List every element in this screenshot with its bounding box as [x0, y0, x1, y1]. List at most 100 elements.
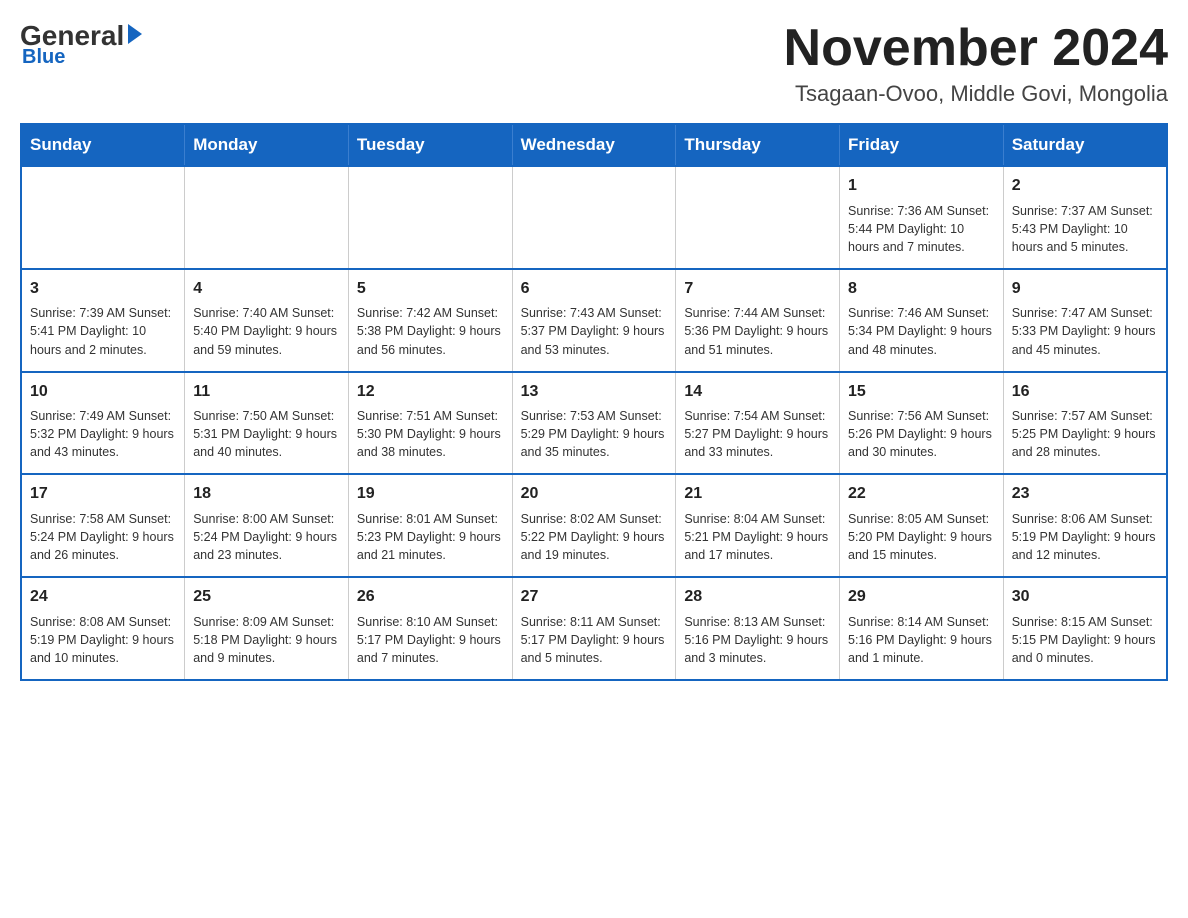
day-number: 13: [521, 381, 668, 403]
day-number: 24: [30, 586, 176, 608]
calendar-cell: 23 Sunrise: 8:06 AM Sunset: 5:19 PM Dayli…: [1003, 474, 1167, 577]
calendar-cell: 6Sunrise: 7:43 AM Sunset: 5:37 PM Daylig…: [512, 269, 676, 372]
day-info: Sunrise: 7:44 AM Sunset: 5:36 PM Dayligh…: [684, 304, 831, 358]
day-number: 16: [1012, 381, 1158, 403]
calendar-cell: 20 Sunrise: 8:02 AM Sunset: 5:22 PM Dayli…: [512, 474, 676, 577]
calendar-cell: 22Sunrise: 8:05 AM Sunset: 5:20 PM Dayli…: [840, 474, 1004, 577]
day-info: Sunrise: 8:08 AM Sunset: 5:19 PM Dayligh…: [30, 613, 176, 667]
day-number: 20: [521, 483, 668, 505]
weekday-header-tuesday: Tuesday: [348, 124, 512, 166]
day-info: Sunrise: 7:49 AM Sunset: 5:32 PM Dayligh…: [30, 407, 176, 461]
calendar-cell: [348, 166, 512, 269]
calendar-cell: 12 Sunrise: 7:51 AM Sunset: 5:30 PM Dayli…: [348, 372, 512, 475]
calendar-cell: 11 Sunrise: 7:50 AM Sunset: 5:31 PM Dayli…: [185, 372, 349, 475]
day-info: Sunrise: 7:54 AM Sunset: 5:27 PM Dayligh…: [684, 407, 831, 461]
day-number: 5: [357, 278, 504, 300]
calendar-week-row: 10 Sunrise: 7:49 AM Sunset: 5:32 PM Dayli…: [21, 372, 1167, 475]
weekday-header-wednesday: Wednesday: [512, 124, 676, 166]
day-number: 10: [30, 381, 176, 403]
day-number: 30: [1012, 586, 1158, 608]
logo-triangle-icon: [128, 24, 142, 44]
day-number: 12: [357, 381, 504, 403]
calendar-cell: [185, 166, 349, 269]
calendar-cell: 9Sunrise: 7:47 AM Sunset: 5:33 PM Daylig…: [1003, 269, 1167, 372]
day-info: Sunrise: 7:40 AM Sunset: 5:40 PM Dayligh…: [193, 304, 340, 358]
calendar-cell: [676, 166, 840, 269]
day-number: 14: [684, 381, 831, 403]
day-info: Sunrise: 7:58 AM Sunset: 5:24 PM Dayligh…: [30, 510, 176, 564]
day-info: Sunrise: 8:09 AM Sunset: 5:18 PM Dayligh…: [193, 613, 340, 667]
calendar-cell: 1 Sunrise: 7:36 AM Sunset: 5:44 PM Daylig…: [840, 166, 1004, 269]
location-title: Tsagaan-Ovoo, Middle Govi, Mongolia: [784, 81, 1168, 107]
header: General Blue November 2024 Tsagaan-Ovoo,…: [20, 20, 1168, 107]
day-info: Sunrise: 8:06 AM Sunset: 5:19 PM Dayligh…: [1012, 510, 1158, 564]
day-number: 17: [30, 483, 176, 505]
day-info: Sunrise: 8:02 AM Sunset: 5:22 PM Dayligh…: [521, 510, 668, 564]
calendar-cell: 8 Sunrise: 7:46 AM Sunset: 5:34 PM Daylig…: [840, 269, 1004, 372]
weekday-header-friday: Friday: [840, 124, 1004, 166]
calendar-week-row: 24 Sunrise: 8:08 AM Sunset: 5:19 PM Dayli…: [21, 577, 1167, 680]
calendar-cell: 25 Sunrise: 8:09 AM Sunset: 5:18 PM Dayli…: [185, 577, 349, 680]
calendar-week-row: 1 Sunrise: 7:36 AM Sunset: 5:44 PM Daylig…: [21, 166, 1167, 269]
day-number: 2: [1012, 175, 1158, 197]
day-info: Sunrise: 7:42 AM Sunset: 5:38 PM Dayligh…: [357, 304, 504, 358]
calendar-cell: [21, 166, 185, 269]
day-info: Sunrise: 8:00 AM Sunset: 5:24 PM Dayligh…: [193, 510, 340, 564]
day-number: 23: [1012, 483, 1158, 505]
calendar-cell: 7 Sunrise: 7:44 AM Sunset: 5:36 PM Daylig…: [676, 269, 840, 372]
day-number: 1: [848, 175, 995, 197]
weekday-header-saturday: Saturday: [1003, 124, 1167, 166]
day-number: 19: [357, 483, 504, 505]
calendar-week-row: 3Sunrise: 7:39 AM Sunset: 5:41 PM Daylig…: [21, 269, 1167, 372]
day-info: Sunrise: 7:37 AM Sunset: 5:43 PM Dayligh…: [1012, 202, 1158, 256]
day-number: 28: [684, 586, 831, 608]
calendar-cell: 10 Sunrise: 7:49 AM Sunset: 5:32 PM Dayli…: [21, 372, 185, 475]
logo-blue-text: Blue: [22, 46, 65, 69]
day-number: 25: [193, 586, 340, 608]
calendar-cell: 27Sunrise: 8:11 AM Sunset: 5:17 PM Dayli…: [512, 577, 676, 680]
day-info: Sunrise: 7:51 AM Sunset: 5:30 PM Dayligh…: [357, 407, 504, 461]
weekday-header-sunday: Sunday: [21, 124, 185, 166]
calendar-cell: 14 Sunrise: 7:54 AM Sunset: 5:27 PM Dayli…: [676, 372, 840, 475]
day-number: 29: [848, 586, 995, 608]
calendar-cell: 4 Sunrise: 7:40 AM Sunset: 5:40 PM Daylig…: [185, 269, 349, 372]
calendar-cell: 21 Sunrise: 8:04 AM Sunset: 5:21 PM Dayli…: [676, 474, 840, 577]
day-info: Sunrise: 8:11 AM Sunset: 5:17 PM Dayligh…: [521, 613, 668, 667]
day-number: 18: [193, 483, 340, 505]
day-number: 22: [848, 483, 995, 505]
day-info: Sunrise: 7:57 AM Sunset: 5:25 PM Dayligh…: [1012, 407, 1158, 461]
day-info: Sunrise: 7:46 AM Sunset: 5:34 PM Dayligh…: [848, 304, 995, 358]
day-number: 21: [684, 483, 831, 505]
calendar-cell: 18 Sunrise: 8:00 AM Sunset: 5:24 PM Dayli…: [185, 474, 349, 577]
day-number: 4: [193, 278, 340, 300]
calendar-cell: [512, 166, 676, 269]
day-info: Sunrise: 8:15 AM Sunset: 5:15 PM Dayligh…: [1012, 613, 1158, 667]
calendar-cell: 16 Sunrise: 7:57 AM Sunset: 5:25 PM Dayli…: [1003, 372, 1167, 475]
day-number: 8: [848, 278, 995, 300]
calendar-cell: 17 Sunrise: 7:58 AM Sunset: 5:24 PM Dayli…: [21, 474, 185, 577]
calendar-cell: 29Sunrise: 8:14 AM Sunset: 5:16 PM Dayli…: [840, 577, 1004, 680]
day-info: Sunrise: 8:01 AM Sunset: 5:23 PM Dayligh…: [357, 510, 504, 564]
calendar-cell: 30 Sunrise: 8:15 AM Sunset: 5:15 PM Dayli…: [1003, 577, 1167, 680]
calendar-cell: 28Sunrise: 8:13 AM Sunset: 5:16 PM Dayli…: [676, 577, 840, 680]
day-number: 6: [521, 278, 668, 300]
day-info: Sunrise: 7:50 AM Sunset: 5:31 PM Dayligh…: [193, 407, 340, 461]
calendar-cell: 15Sunrise: 7:56 AM Sunset: 5:26 PM Dayli…: [840, 372, 1004, 475]
weekday-header-thursday: Thursday: [676, 124, 840, 166]
calendar-cell: 3Sunrise: 7:39 AM Sunset: 5:41 PM Daylig…: [21, 269, 185, 372]
calendar-cell: 24 Sunrise: 8:08 AM Sunset: 5:19 PM Dayli…: [21, 577, 185, 680]
calendar-cell: 26 Sunrise: 8:10 AM Sunset: 5:17 PM Dayli…: [348, 577, 512, 680]
day-info: Sunrise: 7:36 AM Sunset: 5:44 PM Dayligh…: [848, 202, 995, 256]
calendar-cell: 2 Sunrise: 7:37 AM Sunset: 5:43 PM Daylig…: [1003, 166, 1167, 269]
day-info: Sunrise: 7:56 AM Sunset: 5:26 PM Dayligh…: [848, 407, 995, 461]
day-number: 26: [357, 586, 504, 608]
day-info: Sunrise: 8:04 AM Sunset: 5:21 PM Dayligh…: [684, 510, 831, 564]
day-info: Sunrise: 8:10 AM Sunset: 5:17 PM Dayligh…: [357, 613, 504, 667]
logo: General Blue: [20, 20, 142, 69]
calendar-cell: 19 Sunrise: 8:01 AM Sunset: 5:23 PM Dayli…: [348, 474, 512, 577]
day-number: 7: [684, 278, 831, 300]
weekday-header-monday: Monday: [185, 124, 349, 166]
day-number: 9: [1012, 278, 1158, 300]
calendar-table: SundayMondayTuesdayWednesdayThursdayFrid…: [20, 123, 1168, 681]
day-number: 11: [193, 381, 340, 403]
